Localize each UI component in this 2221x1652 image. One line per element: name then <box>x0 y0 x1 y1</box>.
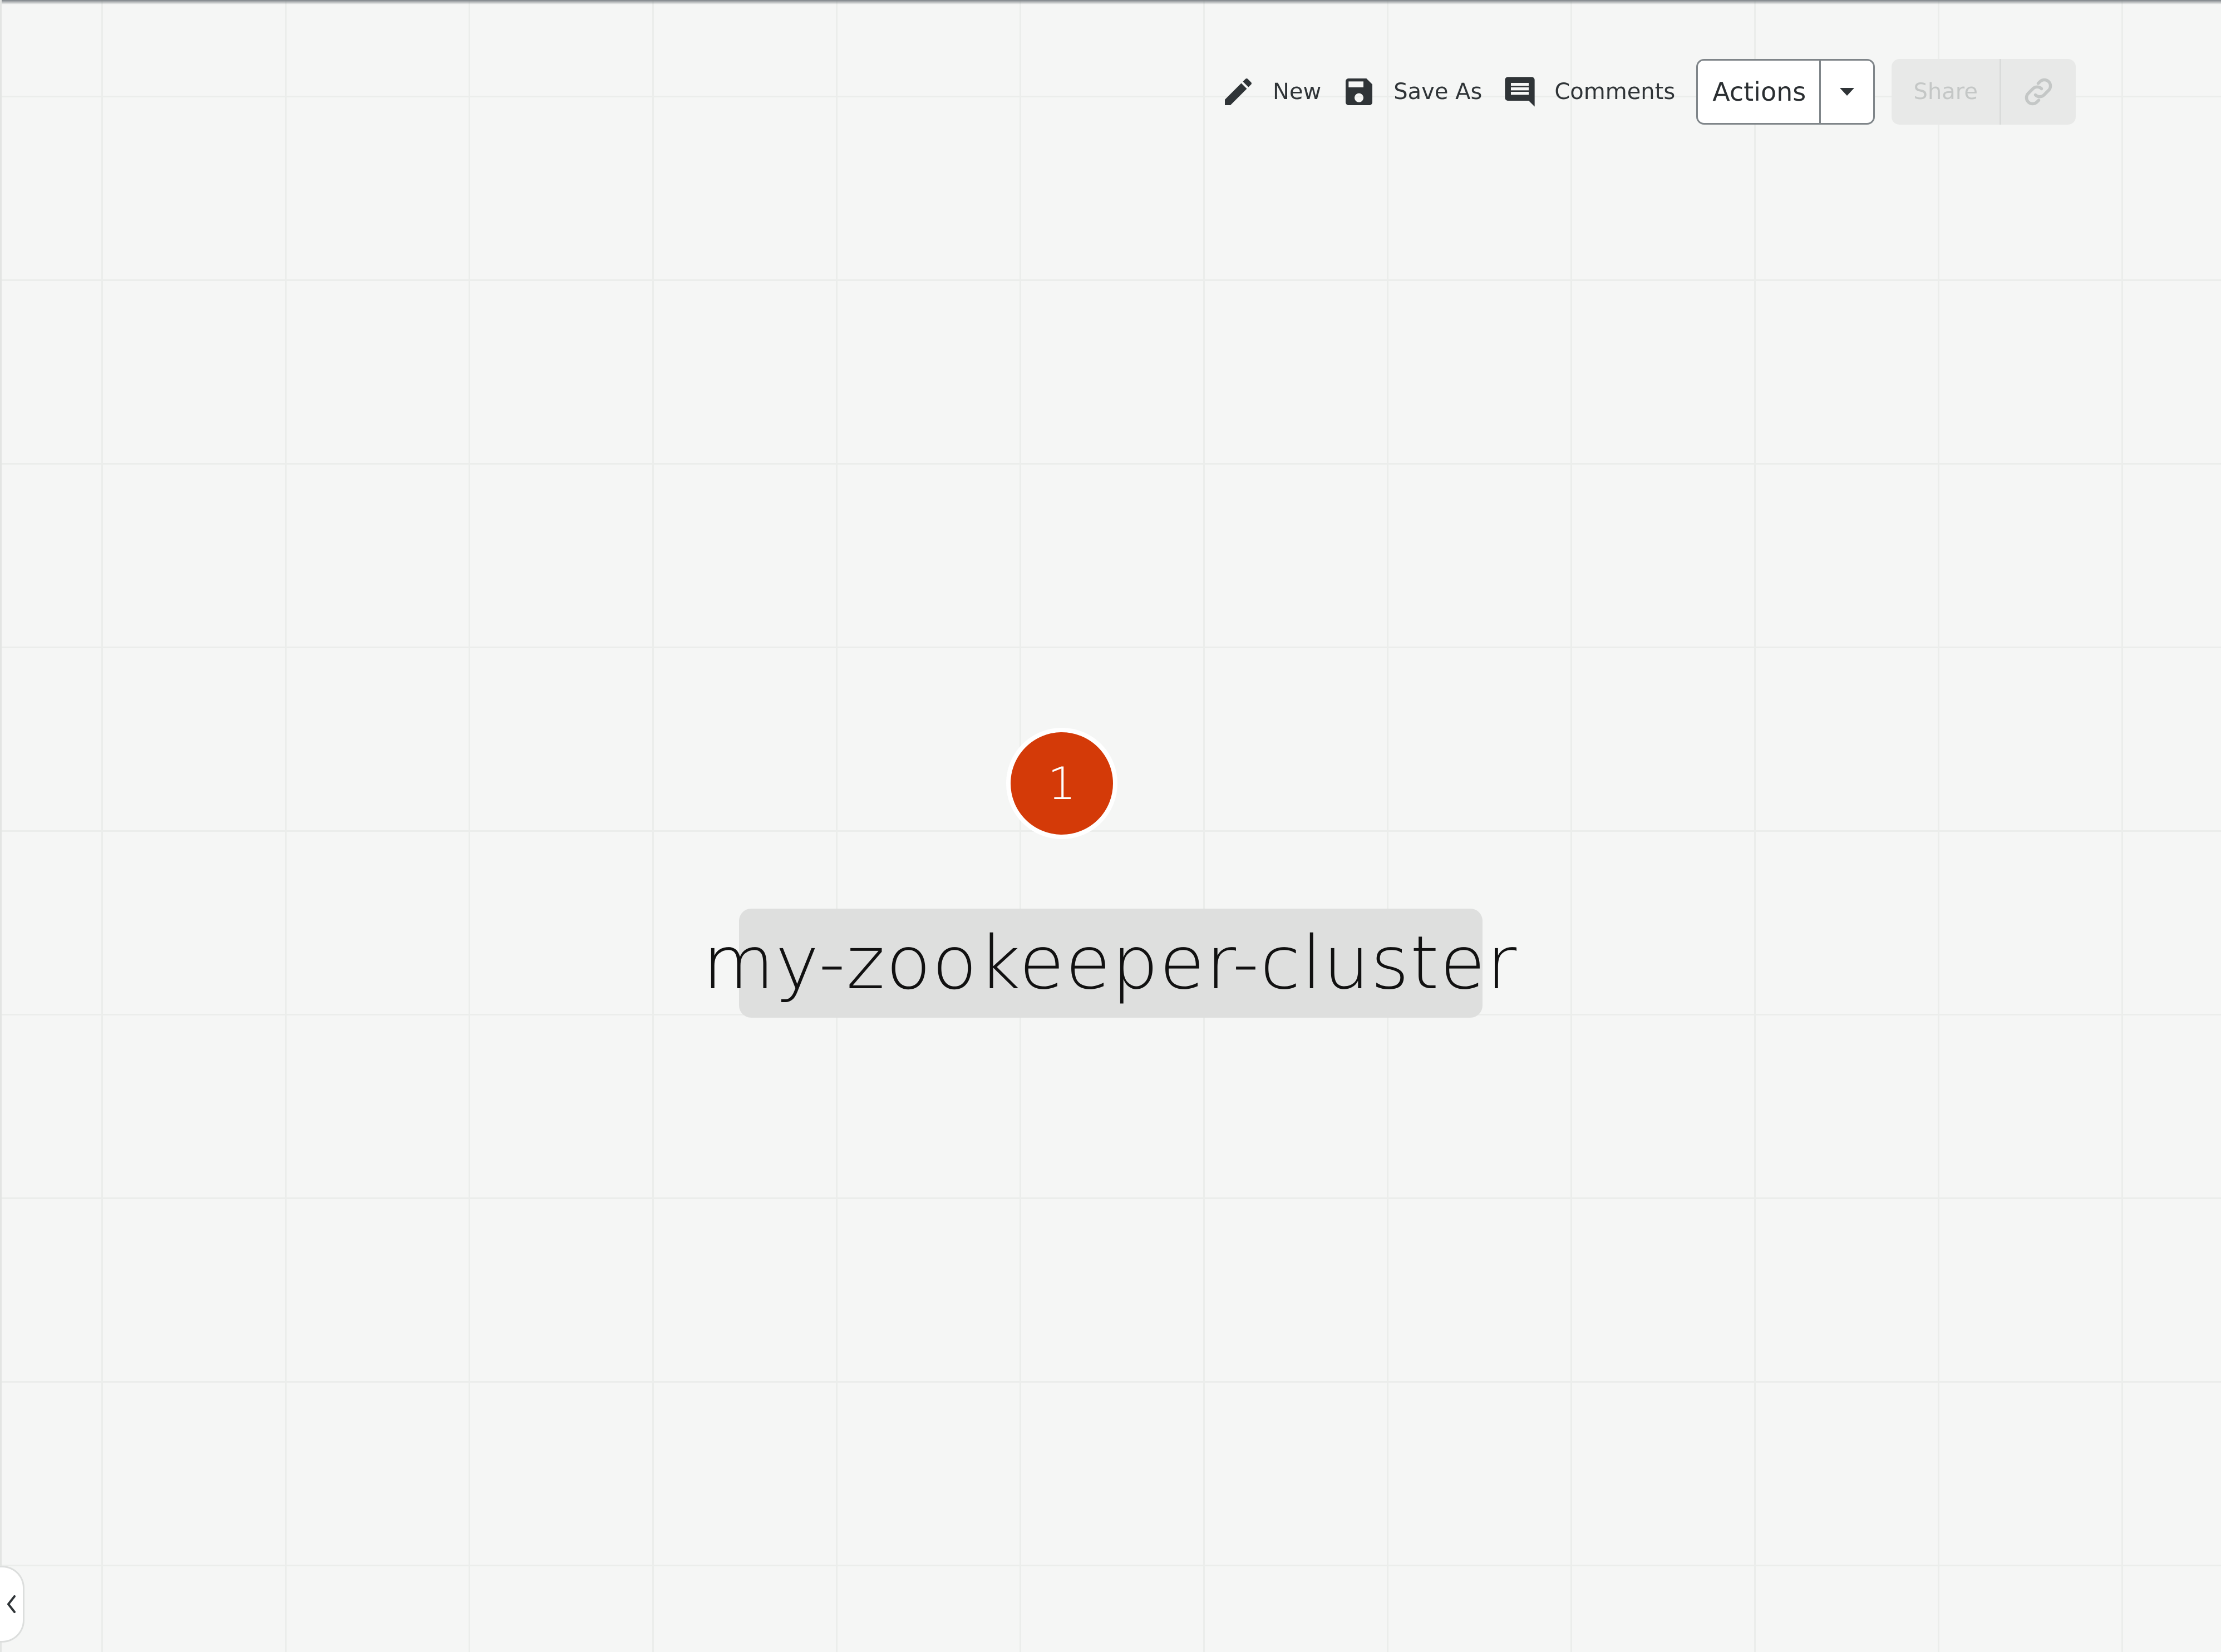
canvas[interactable]: { "toolbar": { "new_label": "New", "new_… <box>0 0 2221 1652</box>
new-button-label: New <box>1273 79 1322 105</box>
cluster-name-label[interactable]: my-zookeeper-cluster <box>703 909 1516 1018</box>
actions-dropdown-toggle[interactable] <box>1819 61 1873 123</box>
actions-dropdown: Actions <box>1696 59 1875 125</box>
share-group: Share <box>1892 59 2076 125</box>
comment-icon <box>1502 74 1538 110</box>
save-as-button-label: Save As <box>1393 79 1483 105</box>
chevron-left-icon <box>7 1595 16 1613</box>
comments-button-label: Comments <box>1554 79 1676 105</box>
new-button[interactable]: New <box>1210 58 1331 126</box>
actions-button[interactable]: Actions <box>1698 61 1819 123</box>
toolbar: New Save As Comments Actions Share <box>1210 58 2076 126</box>
link-icon <box>2025 78 2052 106</box>
copy-link-button[interactable] <box>2000 59 2076 125</box>
chevron-down-icon <box>1840 88 1855 96</box>
comments-button[interactable]: Comments <box>1492 58 1685 126</box>
share-button[interactable]: Share <box>1892 59 2000 125</box>
node-count-badge[interactable]: 1 <box>1006 728 1117 839</box>
floppy-disk-icon <box>1341 74 1377 110</box>
save-as-button[interactable]: Save As <box>1331 58 1492 126</box>
left-panel-edge <box>0 0 2 1652</box>
sidebar-toggle-button[interactable] <box>0 1566 24 1643</box>
pencil-icon <box>1220 74 1256 110</box>
top-bar-shadow <box>0 0 2221 4</box>
